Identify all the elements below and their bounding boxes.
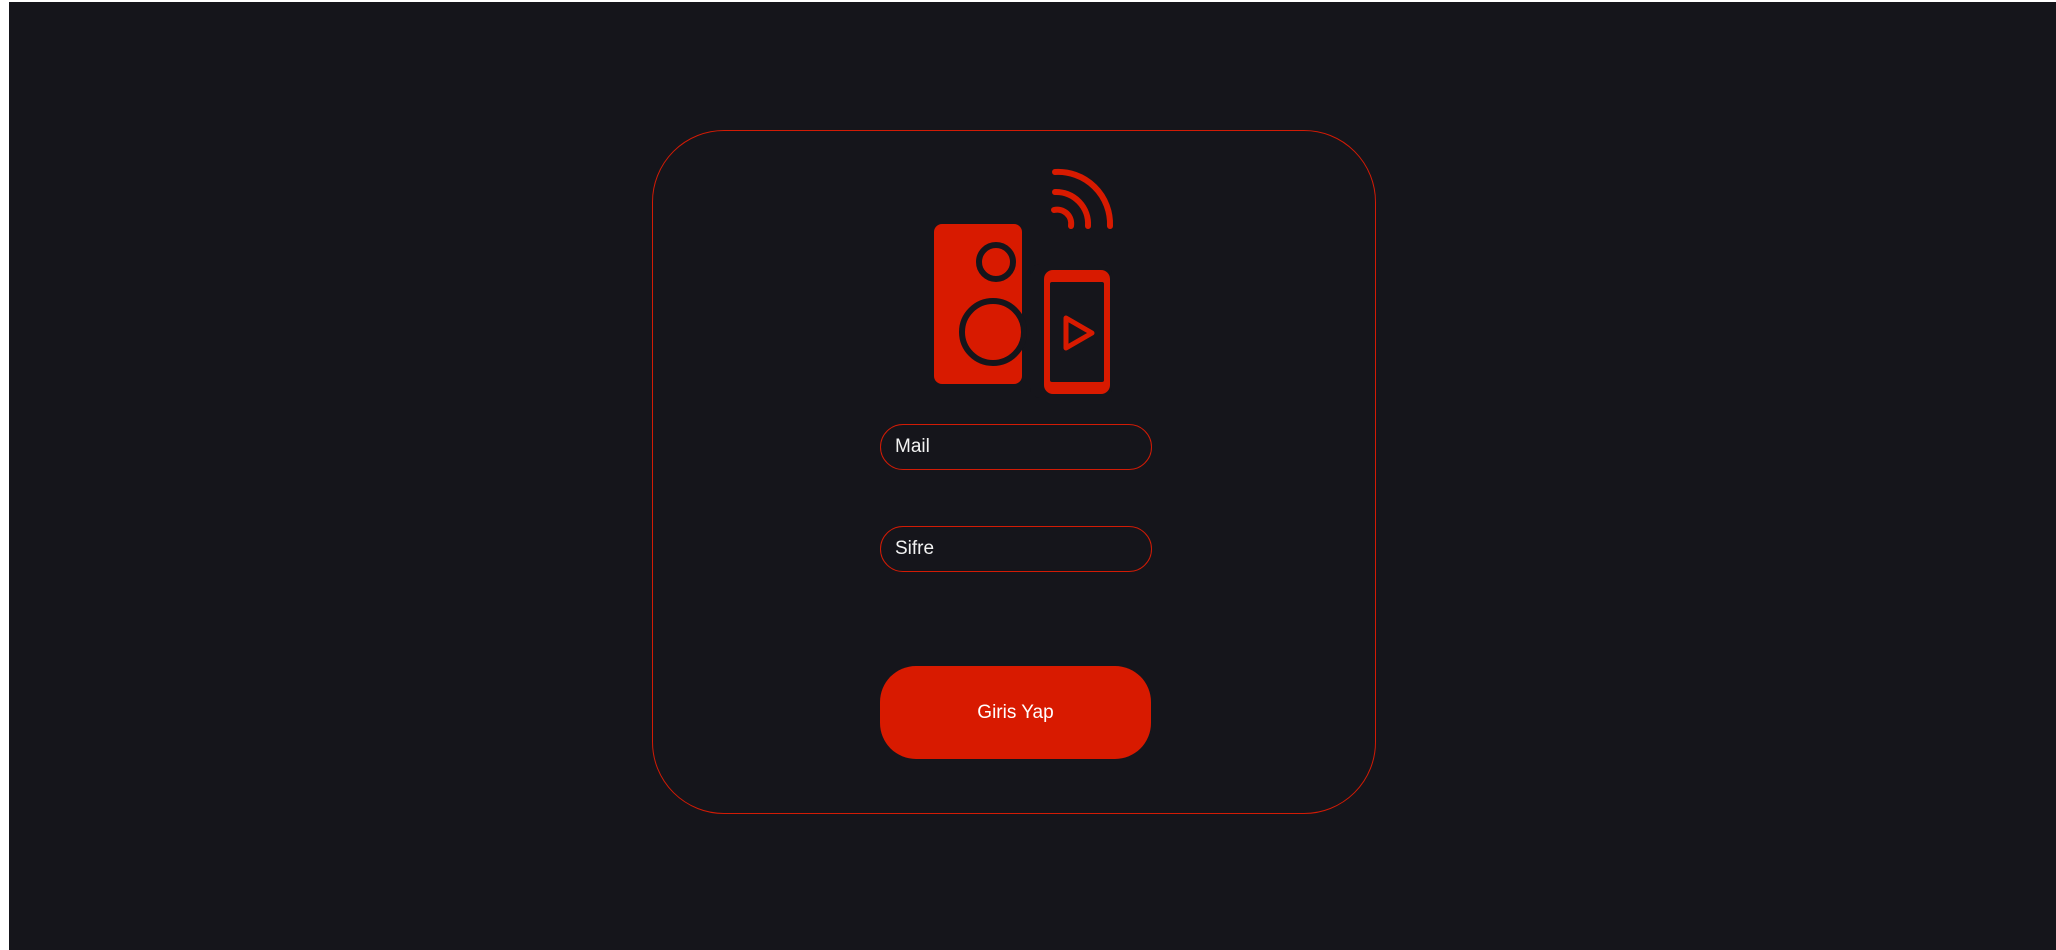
mail-placeholder: Mail (895, 436, 930, 457)
speaker-phone-wifi-icon (934, 168, 1114, 398)
password-placeholder: Sifre (895, 538, 935, 559)
login-button[interactable]: Giris Yap (880, 666, 1151, 759)
login-button-label: Giris Yap (977, 701, 1054, 723)
password-input[interactable]: Sifre (880, 526, 1152, 572)
mail-input[interactable]: Mail (880, 424, 1152, 470)
